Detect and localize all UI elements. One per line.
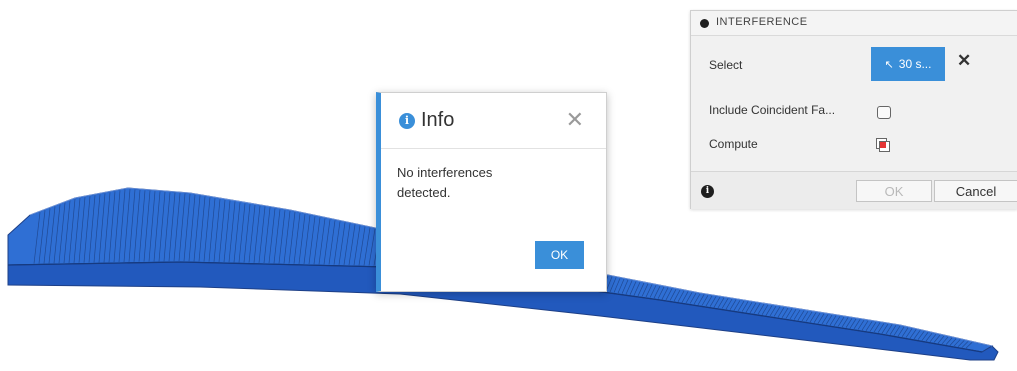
panel-header[interactable]: INTERFERENCE bbox=[691, 11, 1017, 36]
panel-footer: i OK Cancel bbox=[691, 171, 1017, 209]
include-coincident-label: Include Coincident Fa... bbox=[709, 103, 836, 117]
dialog-ok-button[interactable]: OK bbox=[535, 241, 584, 269]
clear-selection-icon[interactable]: ✕ bbox=[957, 51, 971, 71]
close-icon[interactable]: ✕ bbox=[566, 107, 584, 133]
panel-collapse-dot-icon[interactable] bbox=[700, 19, 709, 28]
compute-label: Compute bbox=[709, 137, 758, 151]
select-bodies-button[interactable]: ↖ 30 s... bbox=[871, 47, 945, 81]
dialog-message: No interferences detected. bbox=[397, 165, 493, 200]
interference-panel: INTERFERENCE Select ↖ 30 s... ✕ Include … bbox=[690, 10, 1017, 209]
cursor-select-icon: ↖ bbox=[884, 58, 894, 71]
info-dialog: i Info ✕ No interferences detected. OK bbox=[376, 92, 607, 292]
dialog-title: Info bbox=[421, 109, 455, 131]
panel-title: INTERFERENCE bbox=[716, 16, 808, 28]
compute-icon[interactable] bbox=[875, 137, 891, 153]
include-coincident-checkbox[interactable] bbox=[877, 106, 891, 119]
select-bodies-count: 30 s... bbox=[898, 57, 932, 71]
select-label: Select bbox=[709, 58, 743, 72]
help-info-icon[interactable]: i bbox=[701, 185, 714, 198]
info-icon: i bbox=[399, 113, 415, 129]
panel-cancel-button[interactable]: Cancel bbox=[934, 180, 1017, 202]
panel-ok-button[interactable]: OK bbox=[856, 180, 932, 202]
dialog-header: i Info ✕ bbox=[381, 93, 606, 149]
